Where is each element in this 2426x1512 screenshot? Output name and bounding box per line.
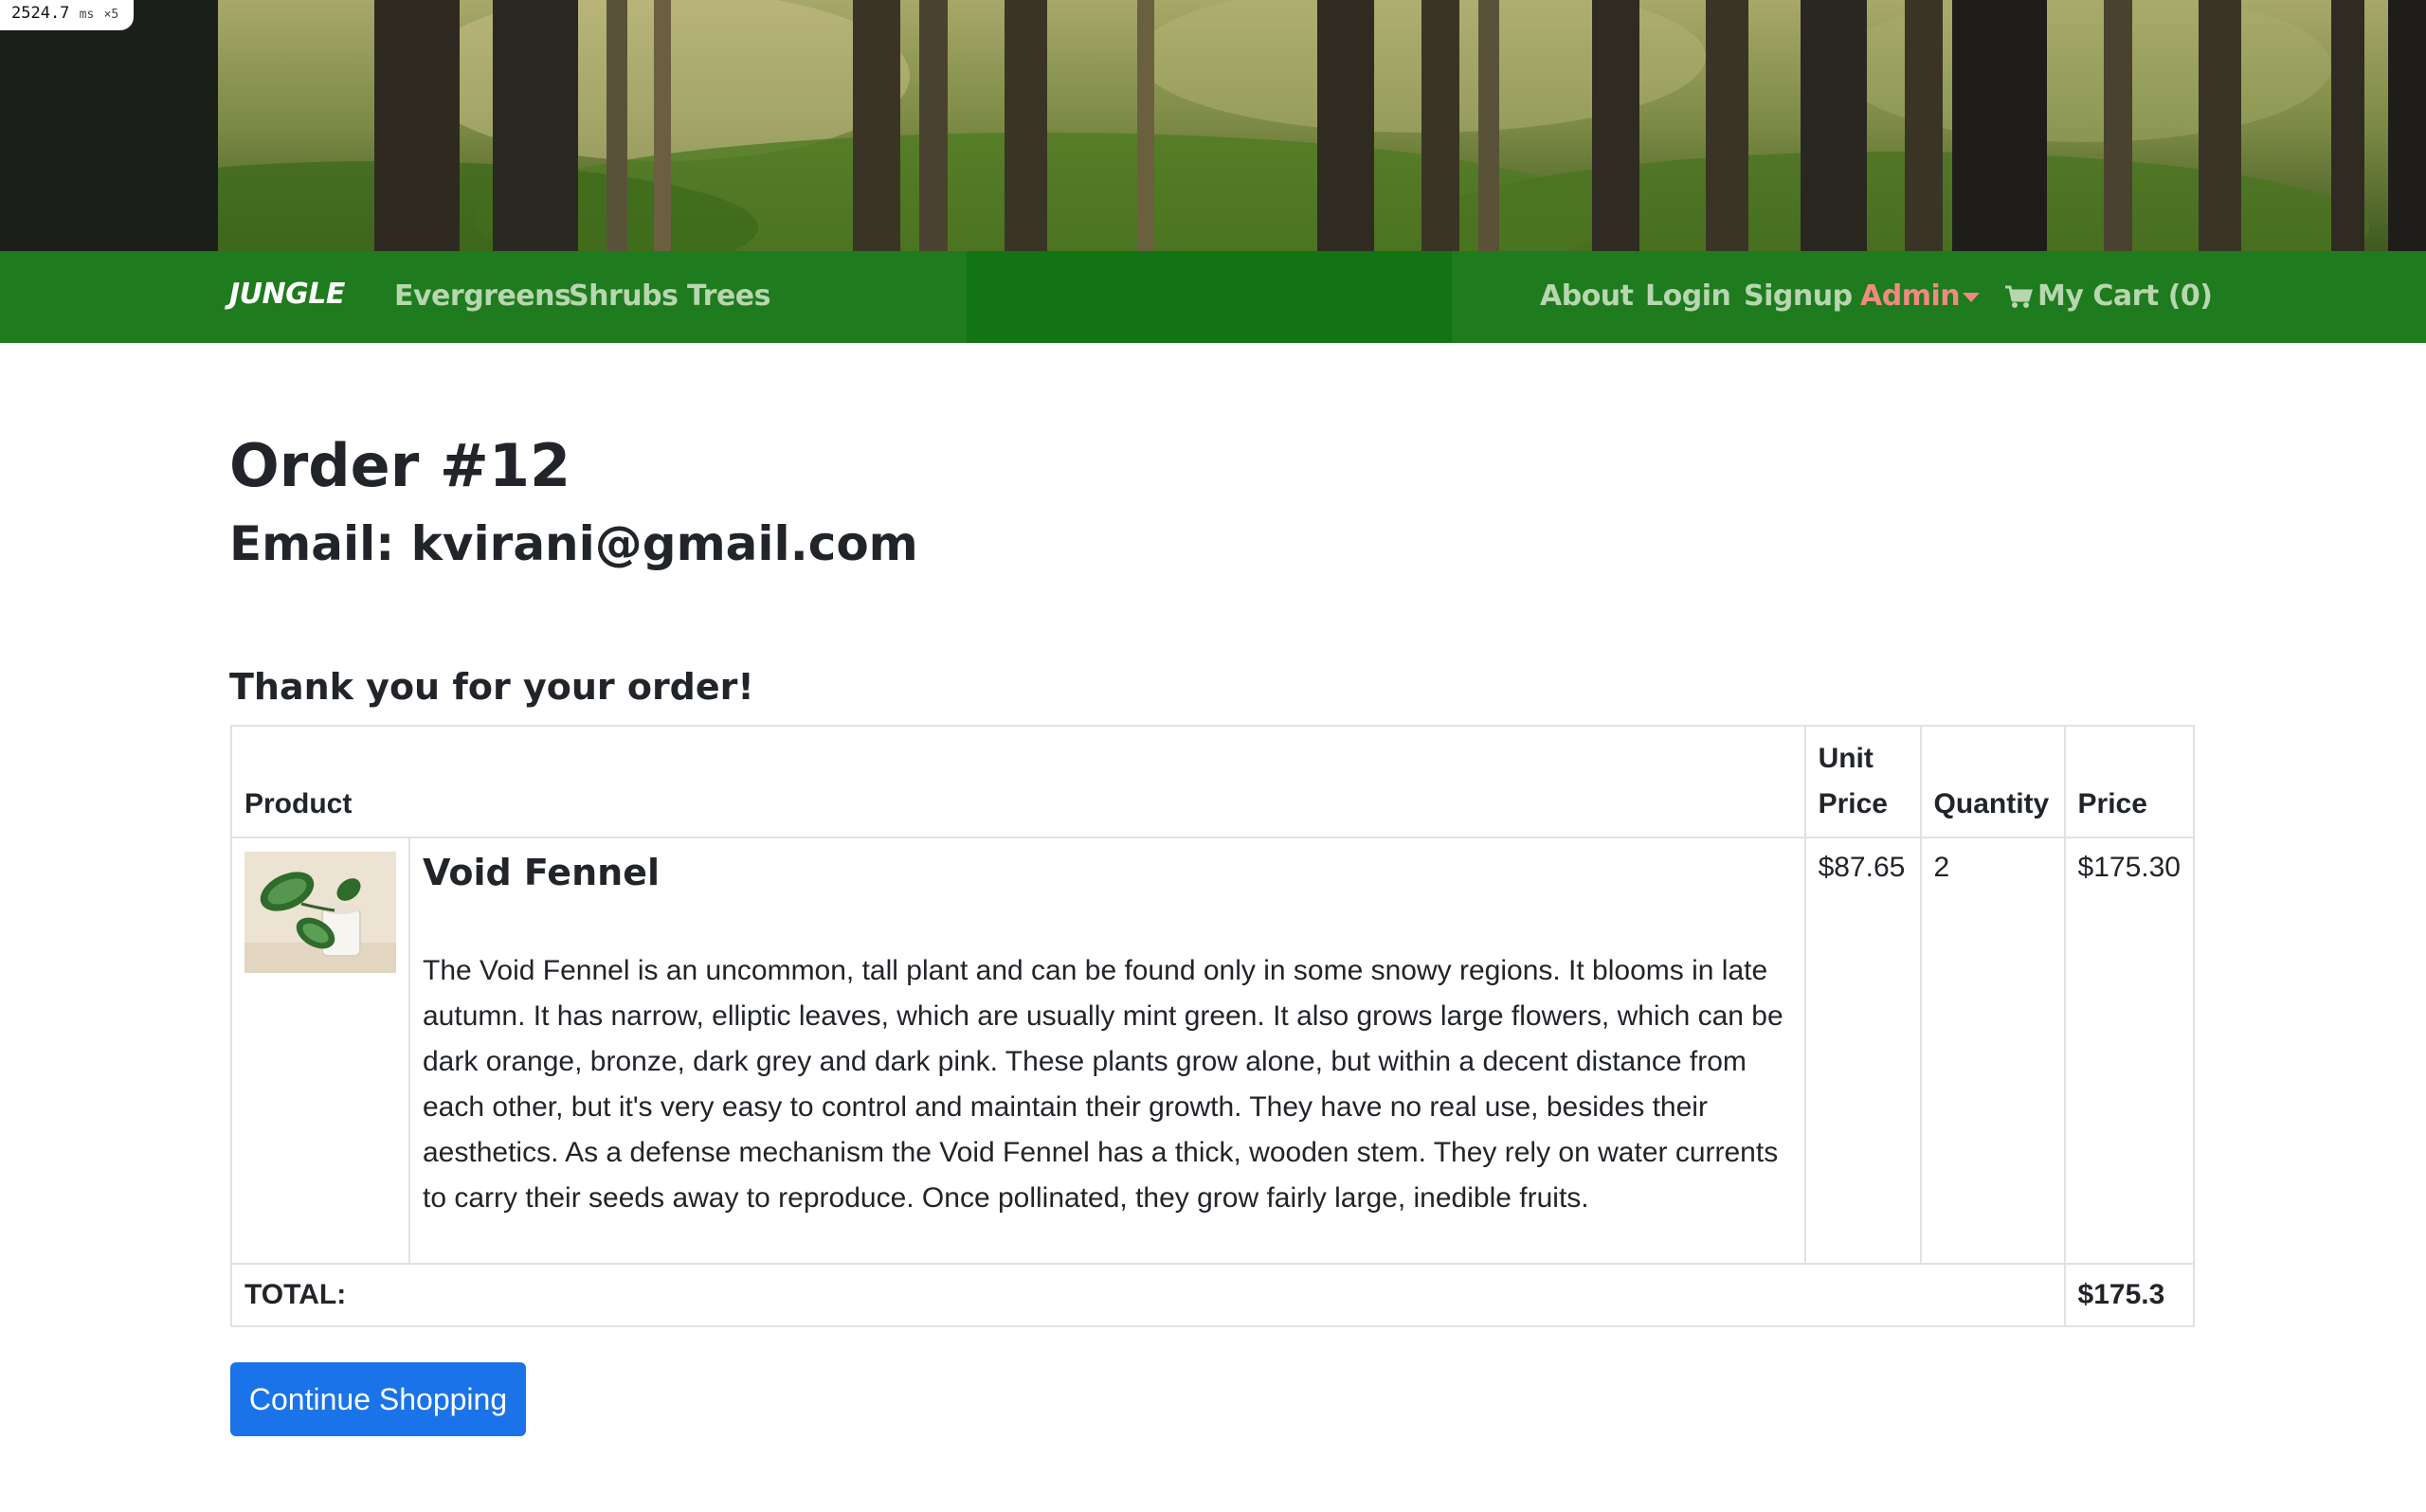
product-image-cell xyxy=(230,837,410,1265)
nav-link-shrubs[interactable]: Shrubs xyxy=(569,279,679,313)
brand-logo[interactable]: JUNGLE xyxy=(229,278,345,311)
nav-link-signup[interactable]: Signup xyxy=(1744,279,1853,313)
quantity-cell: 2 xyxy=(1919,837,2066,1265)
order-items-table: Product Unit Price Quantity Price Void F… xyxy=(230,725,2196,1327)
header-price: Price xyxy=(2063,725,2196,838)
total-value: $175.3 xyxy=(2063,1263,2196,1327)
continue-shopping-button[interactable]: Continue Shopping xyxy=(230,1362,526,1436)
navbar-middle-band xyxy=(967,251,1452,343)
nav-link-my-cart[interactable]: My Cart (0) xyxy=(2037,279,2213,313)
total-row: TOTAL: $175.3 xyxy=(230,1263,2196,1327)
nav-link-about[interactable]: About xyxy=(1540,279,1634,313)
nav-admin-dropdown[interactable]: Admin xyxy=(1860,279,1961,313)
thank-you-heading: Thank you for your order! xyxy=(229,666,754,708)
order-title: Order #12 xyxy=(229,431,571,500)
nav-link-evergreens[interactable]: Evergreens xyxy=(394,279,571,313)
unit-price-cell: $87.65 xyxy=(1803,837,1922,1265)
price-cell: $175.30 xyxy=(2063,837,2196,1265)
product-description: The Void Fennel is an uncommon, tall pla… xyxy=(423,955,1783,1214)
order-email: Email: kvirani@gmail.com xyxy=(229,516,918,571)
plant-image xyxy=(244,852,396,973)
header-unit-price-line1: Unit xyxy=(1818,743,1874,774)
header-product: Product xyxy=(230,725,1806,838)
timing-value: 2524.7 xyxy=(11,4,70,23)
timing-multiplier: ×5 xyxy=(103,8,119,22)
header-quantity: Quantity xyxy=(1919,725,2066,838)
forest-hero-banner xyxy=(0,0,2426,251)
header-unit-price-line2: Price xyxy=(1818,788,1888,819)
forest-illustration xyxy=(0,0,2426,251)
product-name: Void Fennel xyxy=(423,852,660,893)
nav-link-login[interactable]: Login xyxy=(1645,279,1731,313)
nav-link-trees[interactable]: Trees xyxy=(687,279,771,313)
plant-photo xyxy=(244,852,396,973)
product-detail-cell: Void Fennel The Void Fennel is an uncomm… xyxy=(408,837,1806,1265)
timing-overlay: 2524.7 ms ×5 xyxy=(0,0,135,30)
cart-icon[interactable] xyxy=(2004,285,2033,310)
main-navbar: JUNGLE Evergreens Shrubs Trees About Log… xyxy=(0,251,2426,343)
header-unit-price: Unit Price xyxy=(1803,725,1922,838)
table-row: Void Fennel The Void Fennel is an uncomm… xyxy=(230,837,2196,1265)
timing-unit: ms xyxy=(79,8,95,22)
total-label: TOTAL: xyxy=(230,1263,2066,1327)
caret-down-icon[interactable] xyxy=(1963,293,1980,302)
table-header-row: Product Unit Price Quantity Price xyxy=(230,725,2196,838)
